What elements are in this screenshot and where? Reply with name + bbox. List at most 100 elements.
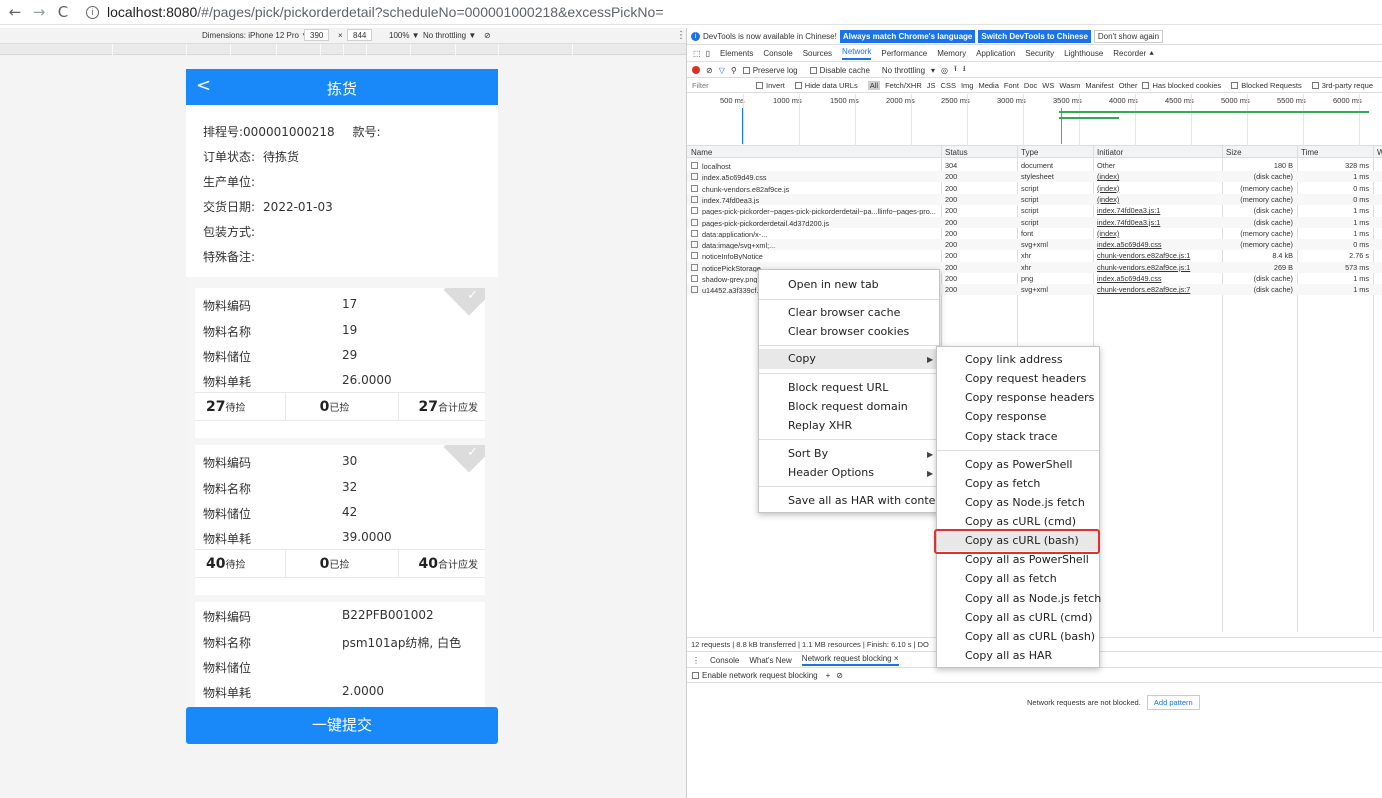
type-filter-manifest[interactable]: Manifest — [1085, 81, 1113, 90]
copy-link-address[interactable]: Copy link address — [965, 353, 1063, 366]
disable-cache-checkbox[interactable]: Disable cache — [809, 66, 876, 75]
request-row[interactable]: index.a5c69d49.css 200 stylesheet (index) (d… — [687, 171, 1382, 183]
request-row[interactable]: data:image/svg+xml;... 200 svg+xml index.a5… — [687, 239, 1382, 251]
match-language-button[interactable]: Always match Chrome's language — [839, 29, 976, 43]
blocked-cookies-checkbox[interactable]: Has blocked cookies — [1142, 81, 1226, 90]
switch-chinese-button[interactable]: Switch DevTools to Chinese — [978, 29, 1091, 43]
request-row[interactable]: localhost 304 document Other 180 B 328 ms — [687, 160, 1382, 171]
tab-sources[interactable]: Sources — [803, 49, 832, 58]
record-icon[interactable] — [692, 66, 700, 74]
device-width-input[interactable]: 390 — [304, 29, 330, 41]
tab-elements[interactable]: Elements — [720, 49, 753, 58]
tab-lighthouse[interactable]: Lighthouse — [1064, 49, 1103, 58]
col-type[interactable]: Type — [1021, 148, 1038, 157]
col-time[interactable]: Time — [1301, 148, 1318, 157]
material-card[interactable]: ✓ 物料编码 30 物料名称 32 物料储位 42 物料单耗 39.0000 40待捡 … — [195, 445, 485, 595]
menu-block-domain[interactable]: Block request domain — [788, 400, 908, 413]
rotate-icon[interactable]: ⊘ — [484, 31, 491, 40]
request-name[interactable]: data:application/x-... — [691, 229, 941, 238]
reload-icon[interactable]: C — [54, 3, 72, 21]
col-name[interactable]: Name — [691, 148, 712, 157]
request-row[interactable]: noticeInfoByNotice 200 xhr chunk-vendors.e8… — [687, 250, 1382, 261]
back-arrow-icon[interactable]: ← — [6, 3, 24, 21]
dont-show-button[interactable]: Don't show again — [1093, 29, 1164, 43]
submit-all-button[interactable]: 一键提交 — [186, 707, 498, 744]
request-initiator[interactable]: (index) — [1097, 195, 1119, 204]
blocked-requests-checkbox[interactable]: Blocked Requests — [1231, 81, 1306, 90]
type-filter-wasm[interactable]: Wasm — [1059, 81, 1080, 90]
throttling-select[interactable]: No throttling — [882, 66, 925, 75]
copy-as-nodejs-fetch[interactable]: Copy as Node.js fetch — [965, 496, 1085, 509]
filter-icon[interactable]: ▽ — [719, 66, 725, 75]
clear-icon[interactable]: ⊘ — [836, 671, 843, 680]
type-filter-js[interactable]: JS — [927, 81, 936, 90]
device-height-input[interactable]: 844 — [347, 29, 373, 41]
zoom-select[interactable]: 100% ▼ — [389, 31, 420, 40]
request-name[interactable]: pages-pick-pickorder~pages-pick-pickorde… — [691, 206, 941, 215]
import-icon[interactable]: ⭱ — [954, 63, 957, 77]
menu-open-new-tab[interactable]: Open in new tab — [788, 278, 879, 291]
export-icon[interactable]: ⭳ — [963, 63, 966, 77]
request-row[interactable]: pages-pick-pickorder~pages-pick-pickorde… — [687, 205, 1382, 216]
request-name[interactable]: index.a5c69d49.css — [691, 172, 941, 181]
copy-request-headers[interactable]: Copy request headers — [965, 372, 1086, 385]
clear-icon[interactable]: ⊘ — [706, 66, 713, 75]
tab-network[interactable]: Network — [842, 47, 872, 60]
copy-all-as-curl-cmd[interactable]: Copy all as cURL (cmd) — [965, 611, 1092, 624]
material-card[interactable]: 物料编码 B22PFB001002 物料名称 psm101ap纺棉, 白色 物料储位… — [195, 602, 485, 709]
menu-header-options[interactable]: Header Options — [788, 466, 874, 479]
type-filter-ws[interactable]: WS — [1042, 81, 1054, 90]
inspect-icon[interactable]: ⬚ — [693, 49, 701, 58]
type-filter-other[interactable]: Other — [1119, 81, 1138, 90]
request-name[interactable]: localhost — [691, 161, 941, 170]
tab-application[interactable]: Application — [976, 49, 1015, 58]
col-status[interactable]: Status — [945, 148, 968, 157]
tab-console[interactable]: Console — [763, 49, 792, 58]
request-name[interactable]: data:image/svg+xml;... — [691, 240, 941, 249]
copy-stack-trace[interactable]: Copy stack trace — [965, 430, 1058, 443]
drawer-tab-whats-new[interactable]: What's New — [749, 656, 791, 665]
request-name[interactable]: index.74fd0ea3.js — [691, 195, 941, 204]
menu-copy[interactable]: Copy — [759, 349, 939, 369]
tab-recorder[interactable]: Recorder ⯅ — [1113, 49, 1155, 59]
request-initiator[interactable]: (index) — [1097, 184, 1119, 193]
menu-clear-cookies[interactable]: Clear browser cookies — [788, 325, 909, 338]
request-row[interactable]: index.74fd0ea3.js 200 script (index) (memory… — [687, 193, 1382, 205]
filter-input[interactable]: Filter — [692, 81, 751, 90]
forward-arrow-icon[interactable]: → — [30, 3, 48, 21]
third-party-checkbox[interactable]: 3rd-party reque — [1311, 81, 1378, 90]
copy-all-as-har[interactable]: Copy all as HAR — [965, 649, 1052, 662]
type-filter-all[interactable]: All — [867, 81, 881, 90]
request-name[interactable]: noticeInfoByNotice — [691, 251, 941, 260]
invert-checkbox[interactable]: Invert — [756, 81, 790, 90]
add-icon[interactable]: + — [826, 671, 831, 680]
network-timeline[interactable]: 500 ms 1000 ms 1500 ms 2000 ms 2500 ms 3… — [687, 94, 1382, 146]
type-filter-xhr[interactable]: Fetch/XHR — [885, 81, 922, 90]
request-row[interactable]: data:application/x-... 200 font (index) (mem… — [687, 228, 1382, 239]
search-icon[interactable]: ⚲ — [731, 66, 737, 75]
copy-all-as-curl-bash[interactable]: Copy all as cURL (bash) — [965, 630, 1095, 643]
enable-blocking-checkbox[interactable]: Enable network request blocking — [692, 671, 818, 680]
type-filter-font[interactable]: Font — [1004, 81, 1019, 90]
menu-replay-xhr[interactable]: Replay XHR — [788, 419, 852, 432]
request-initiator[interactable]: chunk-vendors.e82af9ce.js:1 — [1097, 251, 1190, 260]
wifi-icon[interactable]: ◎ — [941, 66, 948, 75]
request-initiator[interactable]: index.74fd0ea3.js:1 — [1097, 206, 1160, 215]
menu-clear-cache[interactable]: Clear browser cache — [788, 306, 900, 319]
drawer-tab-console[interactable]: Console — [710, 656, 739, 665]
request-initiator[interactable]: index.74fd0ea3.js:1 — [1097, 218, 1160, 227]
type-filter-media[interactable]: Media — [978, 81, 998, 90]
tab-security[interactable]: Security — [1025, 49, 1054, 58]
type-filter-css[interactable]: CSS — [941, 81, 956, 90]
hide-data-urls-checkbox[interactable]: Hide data URLs — [794, 81, 863, 90]
copy-as-fetch[interactable]: Copy as fetch — [965, 477, 1040, 490]
copy-all-as-powershell[interactable]: Copy all as PowerShell — [965, 553, 1089, 566]
copy-response-headers[interactable]: Copy response headers — [965, 391, 1094, 404]
request-initiator[interactable]: chunk-vendors.e82af9ce.js:7 — [1097, 285, 1190, 294]
menu-sort-by[interactable]: Sort By — [788, 447, 828, 460]
device-select[interactable]: Dimensions: iPhone 12 Pro ▼ — [202, 31, 309, 40]
request-name[interactable]: pages-pick-pickorderdetail.4d37d200.js — [691, 218, 941, 227]
request-initiator[interactable]: index.a5c69d49.css — [1097, 274, 1162, 283]
copy-as-powershell[interactable]: Copy as PowerShell — [965, 458, 1072, 471]
copy-all-as-fetch[interactable]: Copy all as fetch — [965, 572, 1057, 585]
